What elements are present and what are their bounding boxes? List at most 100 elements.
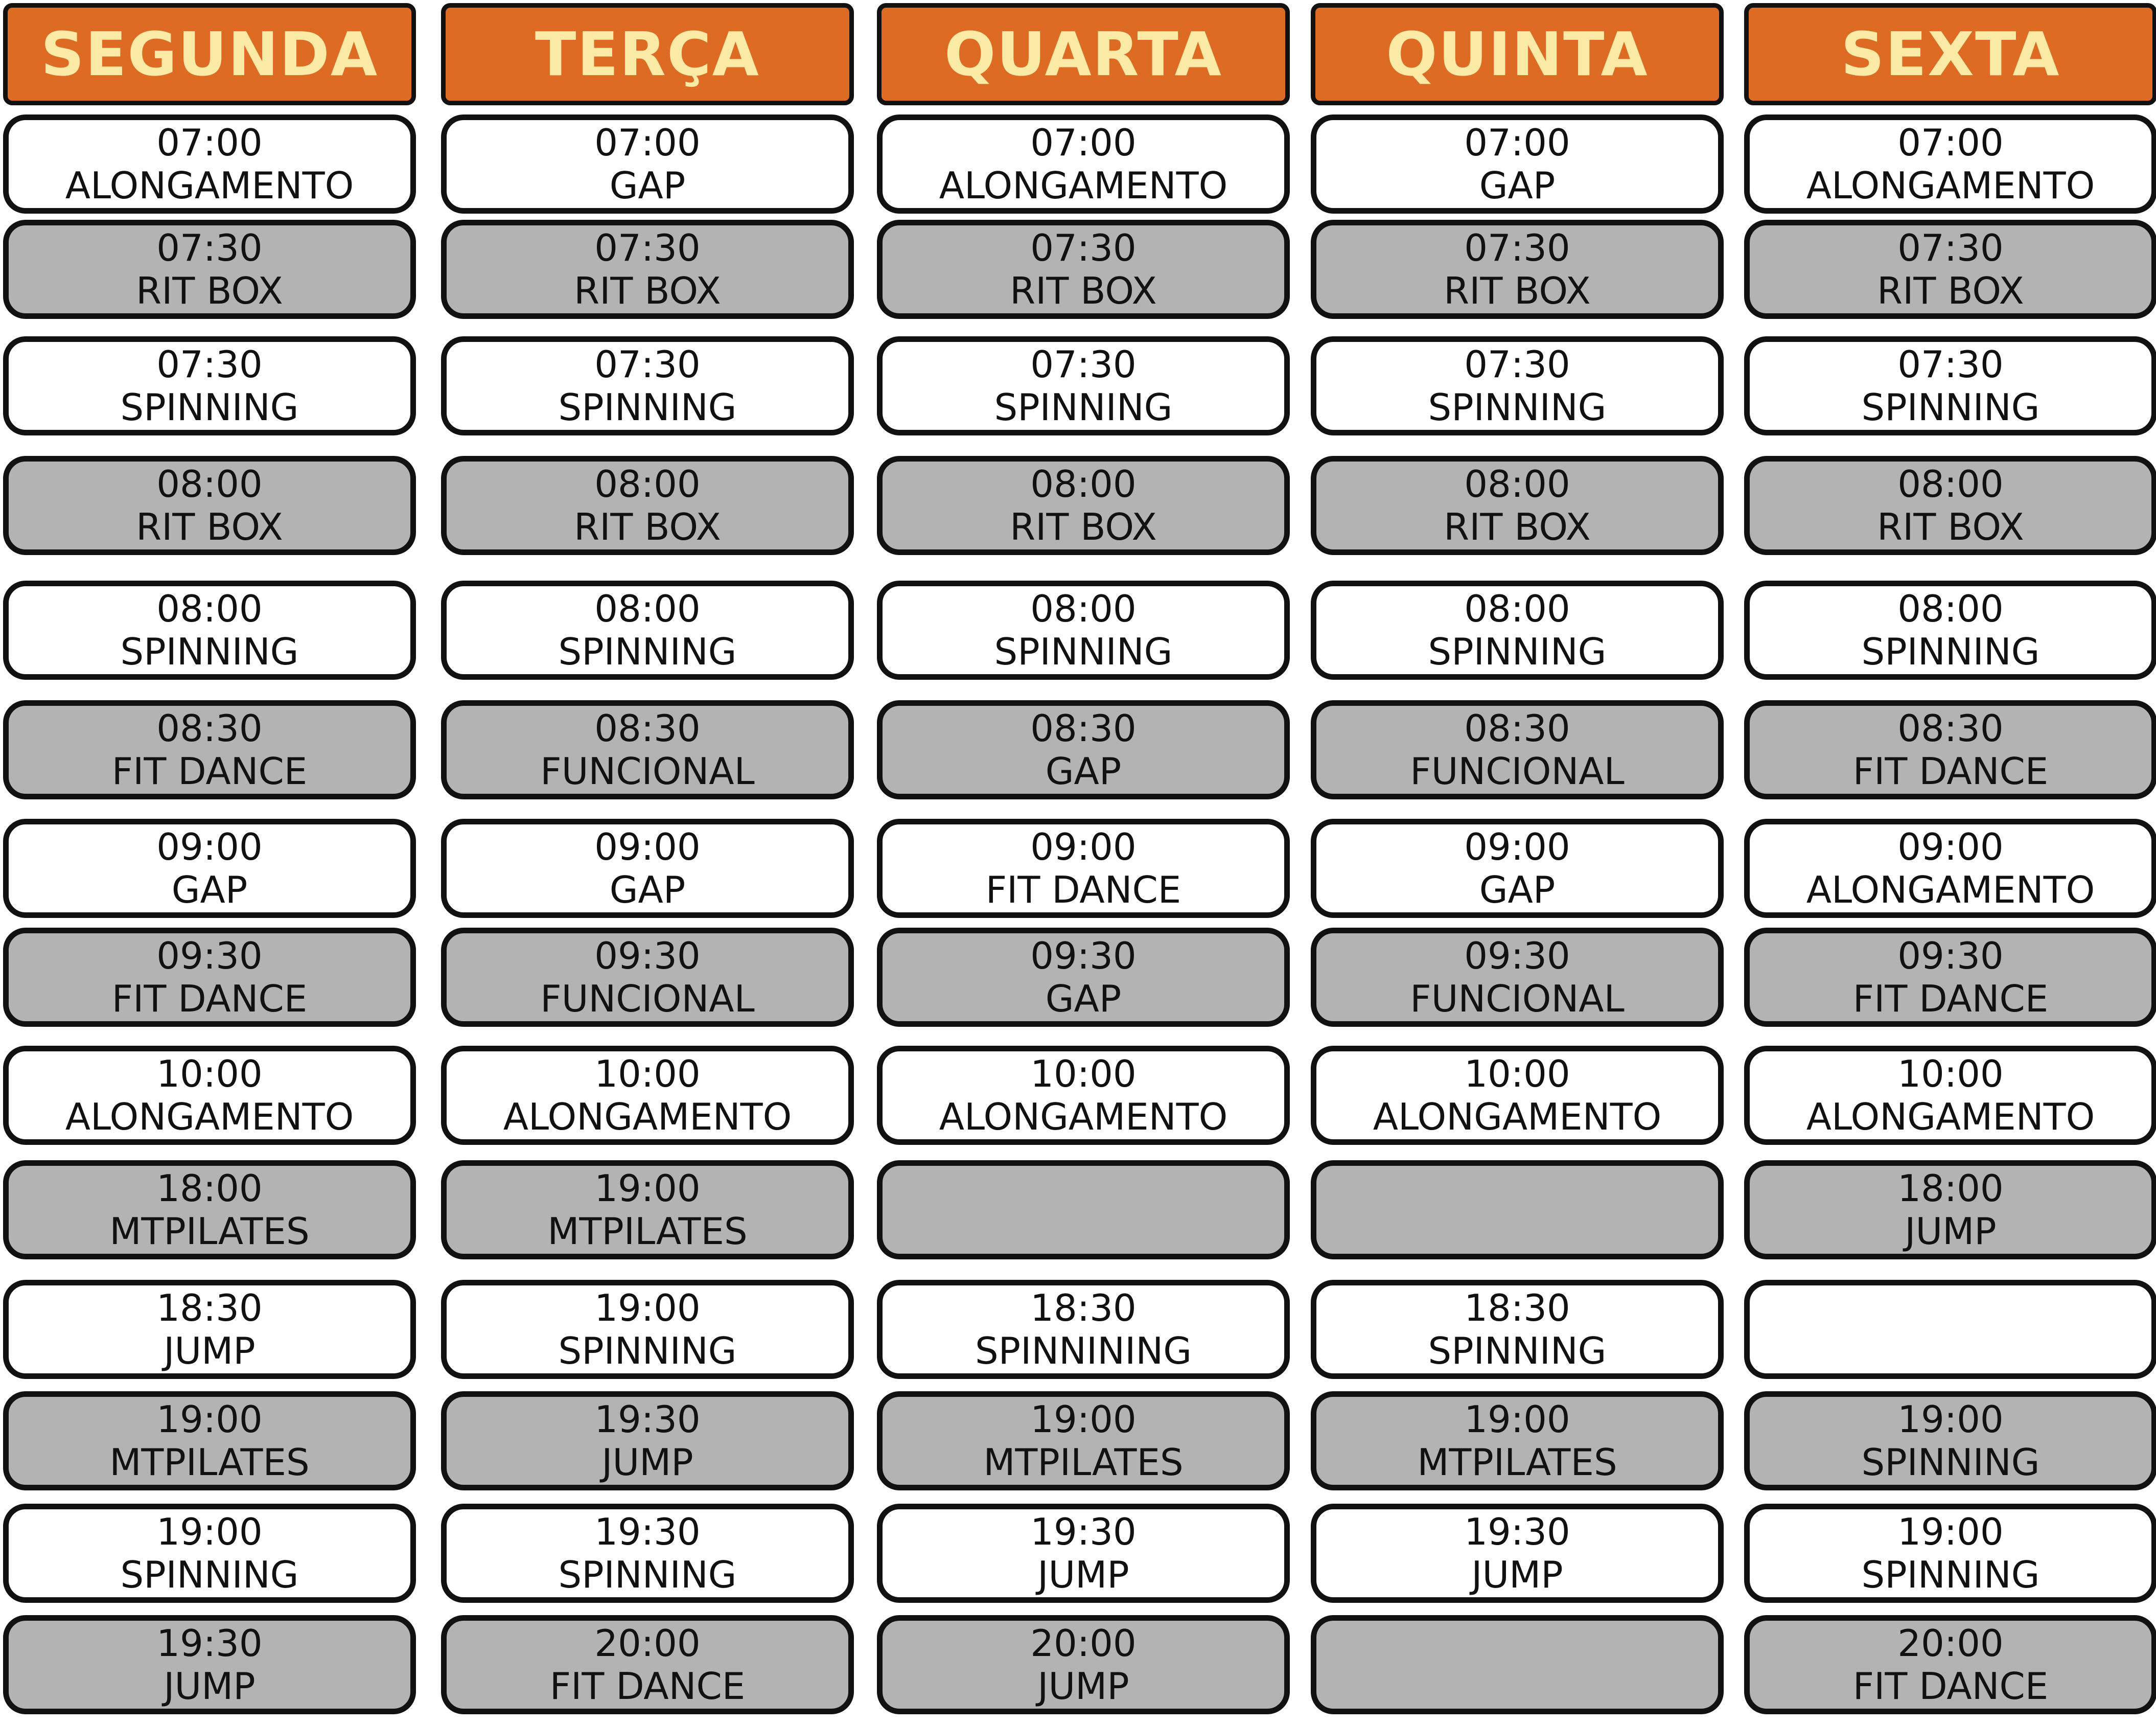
class-activity: ALONGAMENTO bbox=[939, 164, 1228, 207]
class-time: 19:00 bbox=[1897, 1510, 2004, 1553]
day-header: SEGUNDA bbox=[3, 3, 416, 105]
class-time: 19:30 bbox=[1464, 1510, 1570, 1553]
class-time: 07:30 bbox=[156, 343, 263, 386]
class-slot: 08:00 SPINNING bbox=[3, 581, 416, 680]
class-slot: 19:00 SPINNING bbox=[441, 1280, 854, 1379]
class-slot: 07:30 SPINNING bbox=[877, 336, 1290, 435]
class-slot: 19:00 MTPILATES bbox=[877, 1391, 1290, 1490]
class-time: 07:00 bbox=[594, 121, 701, 164]
class-slot: 19:00 MTPILATES bbox=[441, 1160, 854, 1259]
class-slot: 08:00 SPINNING bbox=[1744, 581, 2156, 680]
day-column: QUINTA 07:00 GAP 07:30 RIT BOX 07:30 SPINNING 0… bbox=[1311, 0, 1724, 1725]
class-slot: 08:00 RIT BOX bbox=[877, 456, 1290, 555]
class-time: 07:00 bbox=[1897, 121, 2004, 164]
day-column: TERÇA 07:00 GAP 07:30 RIT BOX 07:30 SPINNING 08… bbox=[441, 0, 854, 1725]
class-activity: GAP bbox=[1045, 750, 1122, 793]
class-slot: 09:00 GAP bbox=[1311, 819, 1724, 918]
class-activity: ALONGAMENTO bbox=[1806, 868, 2095, 911]
class-slot: 19:00 MTPILATES bbox=[1311, 1391, 1724, 1490]
class-time: 07:30 bbox=[1464, 343, 1570, 386]
class-time: 09:30 bbox=[1030, 934, 1137, 977]
class-time: 19:00 bbox=[156, 1398, 263, 1441]
class-activity: FUNCIONAL bbox=[540, 977, 755, 1020]
class-slot: 18:30 SPINNINING bbox=[877, 1280, 1290, 1379]
class-time: 07:30 bbox=[1897, 343, 2004, 386]
class-activity: GAP bbox=[171, 868, 248, 911]
class-slot: 07:00 ALONGAMENTO bbox=[1744, 114, 2156, 214]
class-slot: 19:30 JUMP bbox=[3, 1615, 416, 1714]
class-slot: 09:30 FUNCIONAL bbox=[1311, 928, 1724, 1027]
class-slot: 07:30 SPINNING bbox=[3, 336, 416, 435]
class-slot: 19:30 JUMP bbox=[877, 1504, 1290, 1603]
class-time: 08:00 bbox=[594, 587, 701, 630]
class-activity: MTPILATES bbox=[983, 1441, 1184, 1484]
class-activity: FIT DANCE bbox=[1852, 1665, 2049, 1708]
class-activity: SPINNING bbox=[1428, 1329, 1607, 1372]
class-slot: 09:00 GAP bbox=[3, 819, 416, 918]
class-time: 09:00 bbox=[594, 825, 701, 868]
class-activity: SPINNING bbox=[120, 630, 299, 673]
class-slot: 08:00 RIT BOX bbox=[1311, 456, 1724, 555]
class-slot: 08:30 FUNCIONAL bbox=[1311, 700, 1724, 799]
class-activity: FIT DANCE bbox=[985, 868, 1181, 911]
class-slot: 08:30 FUNCIONAL bbox=[441, 700, 854, 799]
class-slot: 08:00 RIT BOX bbox=[3, 456, 416, 555]
class-activity: GAP bbox=[1479, 164, 1556, 207]
class-time: 09:00 bbox=[1464, 825, 1570, 868]
class-slot: 19:00 SPINNING bbox=[1744, 1391, 2156, 1490]
class-activity: ALONGAMENTO bbox=[939, 1095, 1228, 1138]
class-activity: ALONGAMENTO bbox=[65, 1095, 354, 1138]
class-activity: RIT BOX bbox=[1010, 269, 1157, 312]
class-activity: FUNCIONAL bbox=[1410, 977, 1625, 1020]
class-time: 07:30 bbox=[1030, 226, 1137, 269]
class-activity: SPINNING bbox=[1861, 1553, 2040, 1596]
class-activity: SPINNING bbox=[1428, 386, 1607, 429]
class-slot: 07:30 SPINNING bbox=[1744, 336, 2156, 435]
class-activity: JUMP bbox=[601, 1441, 693, 1484]
class-time: 09:30 bbox=[1897, 934, 2004, 977]
class-activity: SPINNING bbox=[994, 386, 1173, 429]
class-slot: 10:00 ALONGAMENTO bbox=[877, 1046, 1290, 1145]
class-slot: 07:00 GAP bbox=[441, 114, 854, 214]
class-activity: RIT BOX bbox=[574, 269, 721, 312]
class-time: 18:30 bbox=[1030, 1286, 1137, 1329]
class-time: 19:00 bbox=[1464, 1398, 1570, 1441]
class-time: 18:00 bbox=[1897, 1167, 2004, 1210]
class-slot bbox=[1744, 1280, 2156, 1379]
class-slot bbox=[1311, 1615, 1724, 1714]
class-slot: 10:00 ALONGAMENTO bbox=[1311, 1046, 1724, 1145]
class-time: 20:00 bbox=[1897, 1622, 2004, 1665]
class-time: 10:00 bbox=[594, 1052, 701, 1095]
class-slot: 07:30 SPINNING bbox=[441, 336, 854, 435]
class-activity: MTPILATES bbox=[109, 1441, 310, 1484]
class-slot: 10:00 ALONGAMENTO bbox=[1744, 1046, 2156, 1145]
class-time: 09:30 bbox=[1464, 934, 1570, 977]
class-slot: 18:30 JUMP bbox=[3, 1280, 416, 1379]
class-time: 19:00 bbox=[594, 1286, 701, 1329]
class-slot: 07:30 RIT BOX bbox=[1311, 220, 1724, 319]
class-time: 19:00 bbox=[156, 1510, 263, 1553]
day-header: SEXTA bbox=[1744, 3, 2156, 105]
day-column: SEGUNDA 07:00 ALONGAMENTO 07:30 RIT BOX 07:30… bbox=[3, 0, 416, 1725]
class-activity: JUMP bbox=[164, 1329, 256, 1372]
class-activity: RIT BOX bbox=[136, 269, 283, 312]
class-activity: RIT BOX bbox=[1877, 505, 2024, 548]
class-activity: RIT BOX bbox=[136, 505, 283, 548]
class-activity: JUMP bbox=[1905, 1210, 1997, 1253]
class-time: 08:00 bbox=[1897, 463, 2004, 505]
class-time: 19:30 bbox=[594, 1510, 701, 1553]
class-slot bbox=[877, 1160, 1290, 1259]
class-slot: 18:00 JUMP bbox=[1744, 1160, 2156, 1259]
class-activity: SPINNING bbox=[120, 386, 299, 429]
day-header: QUARTA bbox=[877, 3, 1290, 105]
class-slot: 09:30 FIT DANCE bbox=[3, 928, 416, 1027]
class-slot: 09:00 GAP bbox=[441, 819, 854, 918]
class-activity: SPINNING bbox=[558, 386, 737, 429]
class-slot: 19:30 SPINNING bbox=[441, 1504, 854, 1603]
class-time: 07:30 bbox=[594, 226, 701, 269]
class-activity: RIT BOX bbox=[1877, 269, 2024, 312]
class-activity: SPINNING bbox=[1428, 630, 1607, 673]
class-slot: 08:00 RIT BOX bbox=[1744, 456, 2156, 555]
class-activity: GAP bbox=[609, 868, 686, 911]
class-activity: ALONGAMENTO bbox=[1806, 1095, 2095, 1138]
